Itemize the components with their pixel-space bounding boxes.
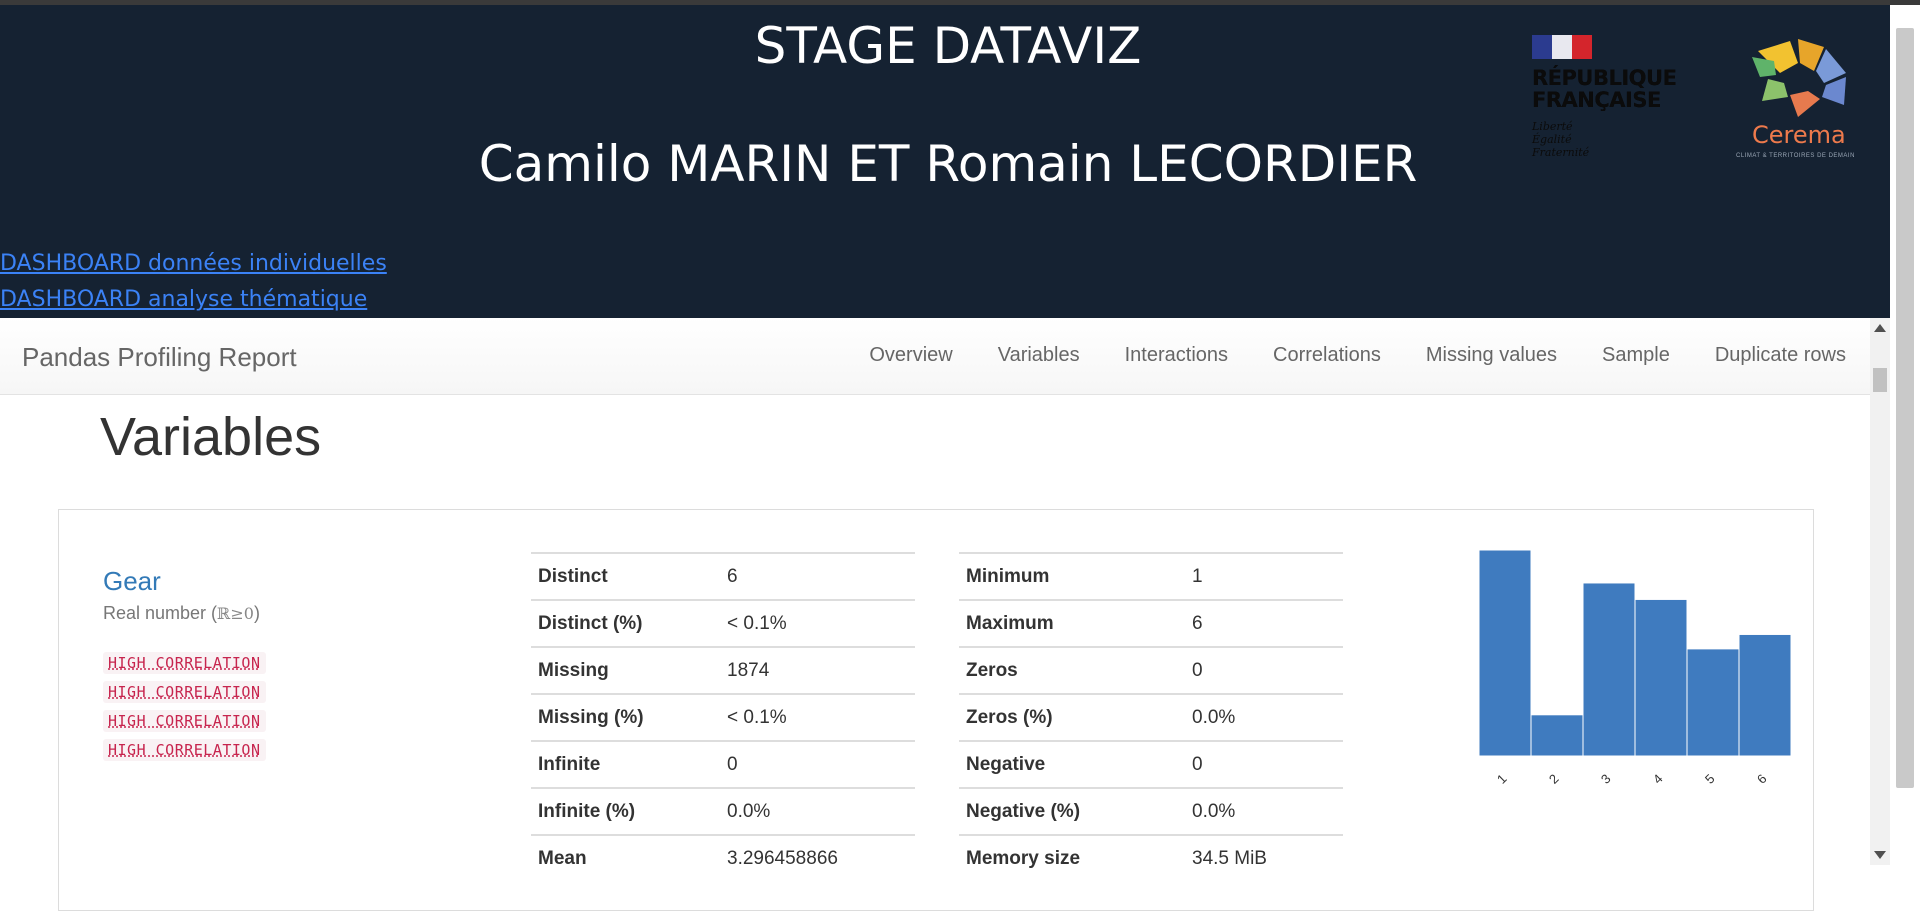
table-row: Infinite 0 [531,740,915,788]
dashboard-thematic-link[interactable]: DASHBOARD analyse thématique [0,287,367,312]
table-row: Missing 1874 [531,646,915,694]
table-row: Missing (%) < 0.1% [531,693,915,741]
table-row: Minimum 1 [959,552,1343,600]
histogram-bar [1738,633,1792,757]
section-title: Variables [100,407,322,467]
nav-duplicate-rows[interactable]: Duplicate rows [1715,344,1846,367]
table-row: Infinite (%) 0.0% [531,787,915,835]
histogram-bar [1686,648,1740,757]
high-correlation-badge[interactable]: HIGH CORRELATION [103,681,266,703]
table-row: Negative (%) 0.0% [959,787,1343,835]
cerema-logo: Cerema CLIMAT & TERRITOIRES DE DEMAIN [1728,33,1876,163]
histogram-tick-label: 5 [1702,771,1718,787]
nav-interactions[interactable]: Interactions [1125,344,1228,367]
cerema-emblem-icon [1752,39,1846,117]
histogram-bar [1634,598,1688,757]
variable-name-link[interactable]: Gear [103,566,161,597]
table-row: Zeros (%) 0.0% [959,693,1343,741]
table-row: Zeros 0 [959,646,1343,694]
table-row: Distinct (%) < 0.1% [531,599,915,647]
republique-francaise-logo: RÉPUBLIQUE FRANÇAISE Liberté Égalité Fra… [1532,33,1682,165]
nav-variables[interactable]: Variables [998,344,1080,367]
french-flag-icon [1532,35,1592,59]
high-correlation-badge[interactable]: HIGH CORRELATION [103,739,266,761]
histogram-bar [1530,714,1584,757]
histogram-bar [1478,550,1532,757]
table-row: Memory size 34.5 MiB [959,834,1343,881]
nav-overview[interactable]: Overview [869,344,952,367]
variable-card: Gear Real number (ℝ≥0) HIGH CORRELATION … [58,509,1814,911]
high-correlation-badge[interactable]: HIGH CORRELATION [103,652,266,674]
high-correlation-badge[interactable]: HIGH CORRELATION [103,710,266,732]
nav-missing-values[interactable]: Missing values [1426,344,1557,367]
report-navbar: Pandas Profiling Report Overview Variabl… [0,318,1870,395]
nav-sample[interactable]: Sample [1602,344,1670,367]
histogram-tick-label: 1 [1494,771,1510,787]
rf-logo-motto: Liberté Égalité Fraternité [1532,120,1590,159]
navbar-menu: Overview Variables Interactions Correlat… [824,344,1846,367]
histogram-tick-label: 3 [1598,771,1614,787]
alert-badges: HIGH CORRELATION HIGH CORRELATION HIGH C… [103,652,266,768]
table-row: Maximum 6 [959,599,1343,647]
navbar-brand[interactable]: Pandas Profiling Report [22,342,297,373]
table-row: Distinct 6 [531,552,915,600]
page-scrollbar-thumb[interactable] [1896,28,1914,788]
histogram-chart: 1 2 3 4 5 6 [1478,550,1792,787]
histogram-bar [1582,582,1636,757]
histogram-tick-label: 6 [1754,771,1770,787]
rf-logo-text: RÉPUBLIQUE FRANÇAISE [1532,66,1677,112]
nav-correlations[interactable]: Correlations [1273,344,1381,367]
table-row: Mean 3.296458866 [531,834,915,881]
stats-table-right: Minimum 1 Maximum 6 Zeros 0 Zeros (%) 0.0% N… [959,552,1343,881]
report-scrollbar[interactable] [1870,318,1890,865]
histogram-tick-label: 4 [1650,771,1666,787]
cerema-wordmark: Cerema [1752,121,1846,149]
stats-table-left: Distinct 6 Distinct (%) < 0.1% Missing 1874… [531,552,915,881]
triangle-down-icon[interactable] [1874,851,1886,859]
variable-type: Real number (ℝ≥0) [103,603,260,623]
cerema-tagline: CLIMAT & TERRITOIRES DE DEMAIN [1736,153,1855,159]
table-row: Negative 0 [959,740,1343,788]
header-banner: STAGE DATAVIZ Camilo MARIN ET Romain LEC… [0,5,1896,318]
scrollbar-thumb[interactable] [1873,368,1887,392]
triangle-up-icon[interactable] [1874,324,1886,332]
histogram-tick-label: 2 [1546,771,1562,787]
dashboard-individual-link[interactable]: DASHBOARD données individuelles [0,251,387,276]
